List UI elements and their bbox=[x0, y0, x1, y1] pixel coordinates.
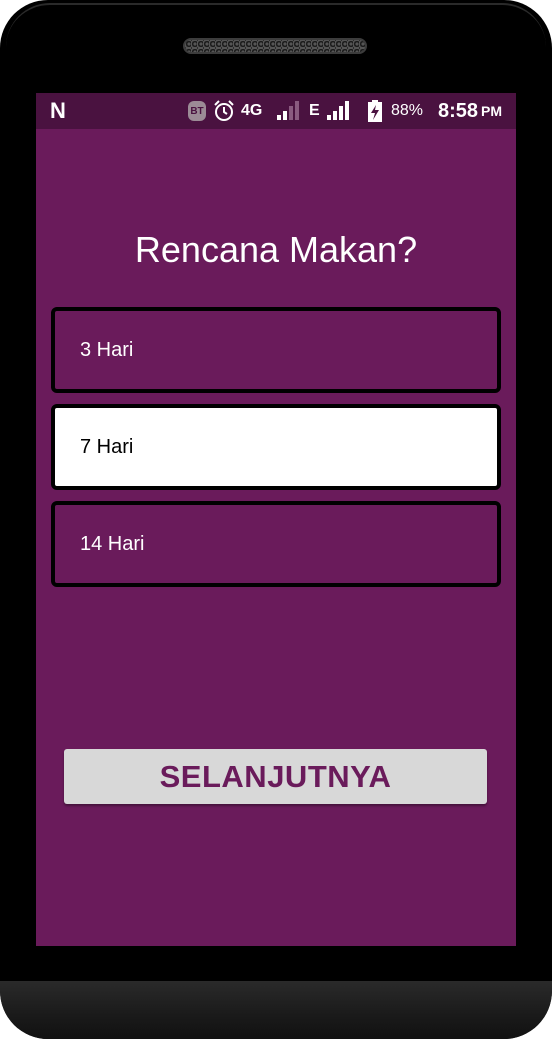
network-e-label: E bbox=[309, 102, 320, 119]
next-button[interactable]: SELANJUTNYA bbox=[64, 749, 487, 804]
status-bar: N BT 4G E 88% 8:58 PM bbox=[36, 93, 516, 129]
alarm-clock-icon bbox=[212, 93, 236, 129]
clock-time: 8:58 bbox=[438, 99, 479, 122]
bottom-bezel bbox=[0, 981, 552, 1039]
network-4g-label: 4G bbox=[241, 102, 263, 119]
bluetooth-icon: BT bbox=[188, 101, 206, 121]
battery-percent: 88% bbox=[391, 102, 424, 119]
option-3-hari[interactable]: 3 Hari bbox=[51, 307, 501, 393]
signal-strength-icon bbox=[276, 93, 302, 129]
page-title: Rencana Makan? bbox=[134, 229, 418, 270]
option-14-hari[interactable]: 14 Hari bbox=[51, 501, 501, 587]
clock-ampm: PM bbox=[481, 103, 503, 119]
phone-top-edge bbox=[6, 3, 546, 63]
app-screen: N BT 4G E 88% 8:58 PM Rencana Makan? 3 H… bbox=[36, 93, 516, 946]
phone-frame: N BT 4G E 88% 8:58 PM Rencana Makan? 3 H… bbox=[0, 0, 552, 1039]
option-label: 3 Hari bbox=[80, 338, 134, 361]
earpiece-speaker bbox=[183, 38, 367, 54]
battery-charging-icon bbox=[367, 93, 383, 129]
option-label: 7 Hari bbox=[80, 435, 134, 458]
option-label: 14 Hari bbox=[80, 532, 145, 555]
signal-strength-icon bbox=[326, 93, 352, 129]
notification-n-icon: N bbox=[50, 98, 66, 123]
option-7-hari[interactable]: 7 Hari bbox=[51, 404, 501, 490]
clock: 8:58 PM bbox=[438, 93, 502, 129]
